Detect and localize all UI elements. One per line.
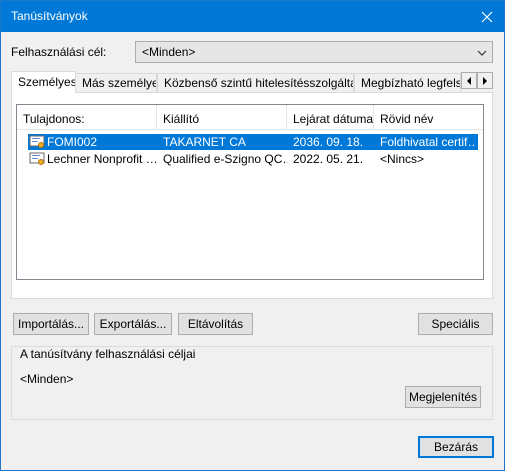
advanced-button[interactable]: Speciális — [418, 313, 493, 335]
column-issuer[interactable]: Kiállító — [157, 105, 287, 130]
export-button[interactable]: Exportálás... — [94, 313, 172, 335]
cell-expiration: 2036. 09. 18. — [293, 135, 364, 149]
window-title: Tanúsítványok — [11, 9, 88, 23]
close-icon[interactable] — [470, 1, 504, 32]
close-button[interactable]: Bezárás — [418, 436, 494, 458]
table-row[interactable]: FOMI002 TAKARNET CA 2036. 09. 18. Foldhi… — [28, 134, 478, 150]
tab-trusted-root[interactable]: Megbízható legfelső — [354, 73, 461, 92]
purposes-value: <Minden> — [20, 372, 74, 386]
button-label: Eltávolítás — [187, 317, 244, 331]
cell-friendly-name: <Nincs> — [380, 152, 425, 166]
tab-scroll-right-button[interactable] — [477, 72, 493, 89]
column-label: Rövid név — [380, 112, 434, 126]
arrow-left-icon — [467, 76, 471, 85]
tab-label: Más személyek — [82, 76, 157, 90]
tab-label: Közbenső szintű hitelesítésszolgáltatók — [164, 76, 354, 90]
cell-expiration: 2022. 05. 21. — [293, 152, 364, 166]
column-friendly-name[interactable]: Rövid név — [374, 105, 483, 130]
column-label: Lejárat dátuma — [293, 112, 374, 126]
tab-personal[interactable]: Személyes — [11, 71, 76, 93]
certificate-list[interactable]: Tulajdonos: Kiállító Lejárat dátuma Rövi… — [16, 104, 484, 280]
button-label: Speciális — [431, 317, 480, 331]
arrow-right-icon — [483, 76, 487, 85]
certificate-icon — [29, 135, 45, 152]
purpose-label: Felhasználási cél: — [11, 45, 107, 59]
purpose-dropdown[interactable]: <Minden> — [135, 41, 493, 63]
chevron-down-icon — [477, 47, 487, 61]
button-label: Importálás... — [17, 317, 85, 331]
tab-other-people[interactable]: Más személyek — [75, 73, 157, 92]
cell-friendly-name: Foldhivatal certif… — [380, 135, 476, 149]
tab-label: Személyes — [18, 75, 76, 89]
column-label: Kiállító — [163, 112, 200, 126]
tab-strip: Személyes Más személyek Közbenső szintű … — [11, 71, 493, 93]
button-label: Megjelenítés — [408, 390, 478, 404]
cell-owner: Lechner Nonprofit … — [47, 152, 158, 166]
purpose-value: <Minden> — [142, 45, 196, 59]
column-label: Tulajdonos: — [23, 112, 85, 126]
import-button[interactable]: Importálás... — [13, 313, 89, 335]
cell-owner: FOMI002 — [47, 135, 98, 149]
remove-button[interactable]: Eltávolítás — [178, 313, 253, 335]
title-bar[interactable]: Tanúsítványok — [1, 1, 504, 32]
tab-label: Megbízható legfelső — [361, 76, 461, 90]
tab-scroll-left-button[interactable] — [461, 72, 477, 89]
column-owner[interactable]: Tulajdonos: — [17, 105, 157, 130]
certificate-icon — [29, 152, 45, 169]
list-header: Tulajdonos: Kiállító Lejárat dátuma Rövi… — [17, 105, 483, 130]
button-label: Bezárás — [433, 440, 479, 454]
view-button[interactable]: Megjelenítés — [405, 386, 481, 408]
table-row[interactable]: Lechner Nonprofit … Qualified e-Szigno Q… — [28, 151, 478, 167]
tab-intermediate-cas[interactable]: Közbenső szintű hitelesítésszolgáltatók — [157, 73, 354, 92]
cell-issuer: TAKARNET CA — [163, 135, 246, 149]
column-expiration[interactable]: Lejárat dátuma — [287, 105, 374, 130]
button-label: Exportálás... — [99, 317, 167, 331]
purposes-group-title: A tanúsítvány felhasználási céljai — [20, 347, 196, 361]
cell-issuer: Qualified e-Szigno QC… — [163, 152, 288, 166]
